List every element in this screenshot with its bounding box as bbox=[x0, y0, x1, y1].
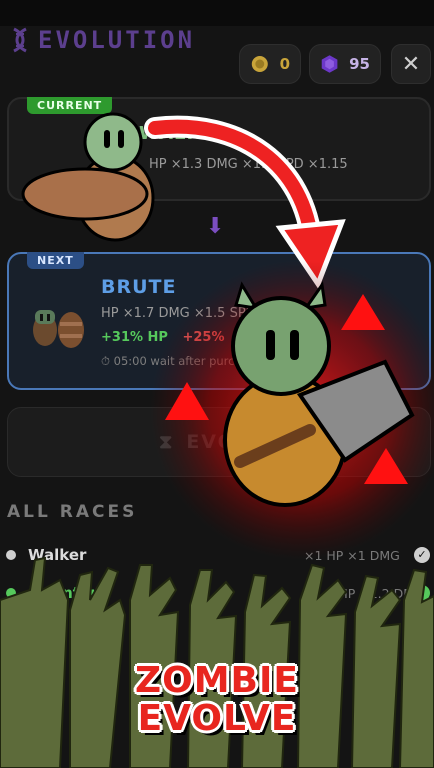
bonus-hp: +31% HP bbox=[101, 330, 168, 345]
close-icon: ✕ bbox=[401, 51, 421, 77]
next-race-card: NEXT BRUTE HP ×1.7 DMG ×1.5 SPD ×1.10 +3… bbox=[7, 252, 431, 390]
race-stats: ×1 HP ×1 DMG bbox=[304, 547, 400, 563]
close-button[interactable]: ✕ bbox=[391, 44, 431, 84]
evolve-label: EVOLVE bbox=[186, 431, 280, 453]
hourglass-icon: ⧗ bbox=[158, 431, 175, 453]
gem-counter[interactable]: 95 bbox=[309, 44, 381, 84]
all-races-heading: ALL RACES bbox=[7, 502, 138, 522]
status-bar-area bbox=[0, 0, 434, 26]
next-tag: NEXT bbox=[27, 252, 84, 269]
promo-title: ZOMBIE EVOLVE bbox=[0, 662, 434, 738]
bonus-dmg: +25% bbox=[182, 330, 225, 345]
coin-value: 0 bbox=[279, 55, 290, 73]
coin-counter[interactable]: 0 bbox=[239, 44, 301, 84]
promo-line-1: ZOMBIE bbox=[135, 660, 299, 701]
current-tag: CURRENT bbox=[27, 97, 113, 114]
next-race-bonus: +31% HP +25% bbox=[101, 330, 225, 345]
next-race-name: BRUTE bbox=[101, 276, 177, 298]
promo-line-2: EVOLVE bbox=[137, 698, 297, 739]
race-row-sprinter[interactable]: Sprinter ×1.3 HP ×1.2 DMG ✓ bbox=[0, 578, 434, 608]
next-race-stats: HP ×1.7 DMG ×1.5 SPD ×1.10 bbox=[101, 306, 300, 321]
race-dot bbox=[6, 588, 16, 598]
current-race-stats: HP ×1.3 DMG ×1.2 SPD ×1.15 bbox=[149, 157, 348, 172]
race-stats: ×1.3 HP ×1.2 DMG bbox=[304, 585, 424, 601]
race-name: Sprinter bbox=[28, 584, 98, 602]
race-name: Walker bbox=[28, 546, 87, 564]
dna-icon bbox=[13, 27, 27, 53]
gem-icon bbox=[321, 55, 338, 73]
gem-value: 95 bbox=[349, 55, 370, 73]
evolve-button[interactable]: ⧗ EVOLVE bbox=[7, 407, 431, 477]
current-race-name: WALKER bbox=[139, 123, 230, 144]
arrow-down-icon: ⬇ bbox=[206, 214, 225, 239]
check-icon: ✓ bbox=[414, 547, 430, 563]
brute-icon bbox=[33, 310, 84, 348]
current-race-card: CURRENT WALKER HP ×1.3 DMG ×1.2 SPD ×1.1… bbox=[7, 97, 431, 201]
wait-timer: ⏱ 05:00 wait after purchase bbox=[101, 354, 262, 368]
check-icon: ✓ bbox=[414, 585, 430, 601]
page-title: EVOLUTION bbox=[38, 26, 196, 54]
race-dot bbox=[6, 550, 16, 560]
race-row-walker[interactable]: Walker ×1 HP ×1 DMG ✓ bbox=[0, 540, 434, 570]
header-title-group: EVOLUTION bbox=[10, 26, 195, 54]
coin-icon bbox=[251, 55, 268, 73]
